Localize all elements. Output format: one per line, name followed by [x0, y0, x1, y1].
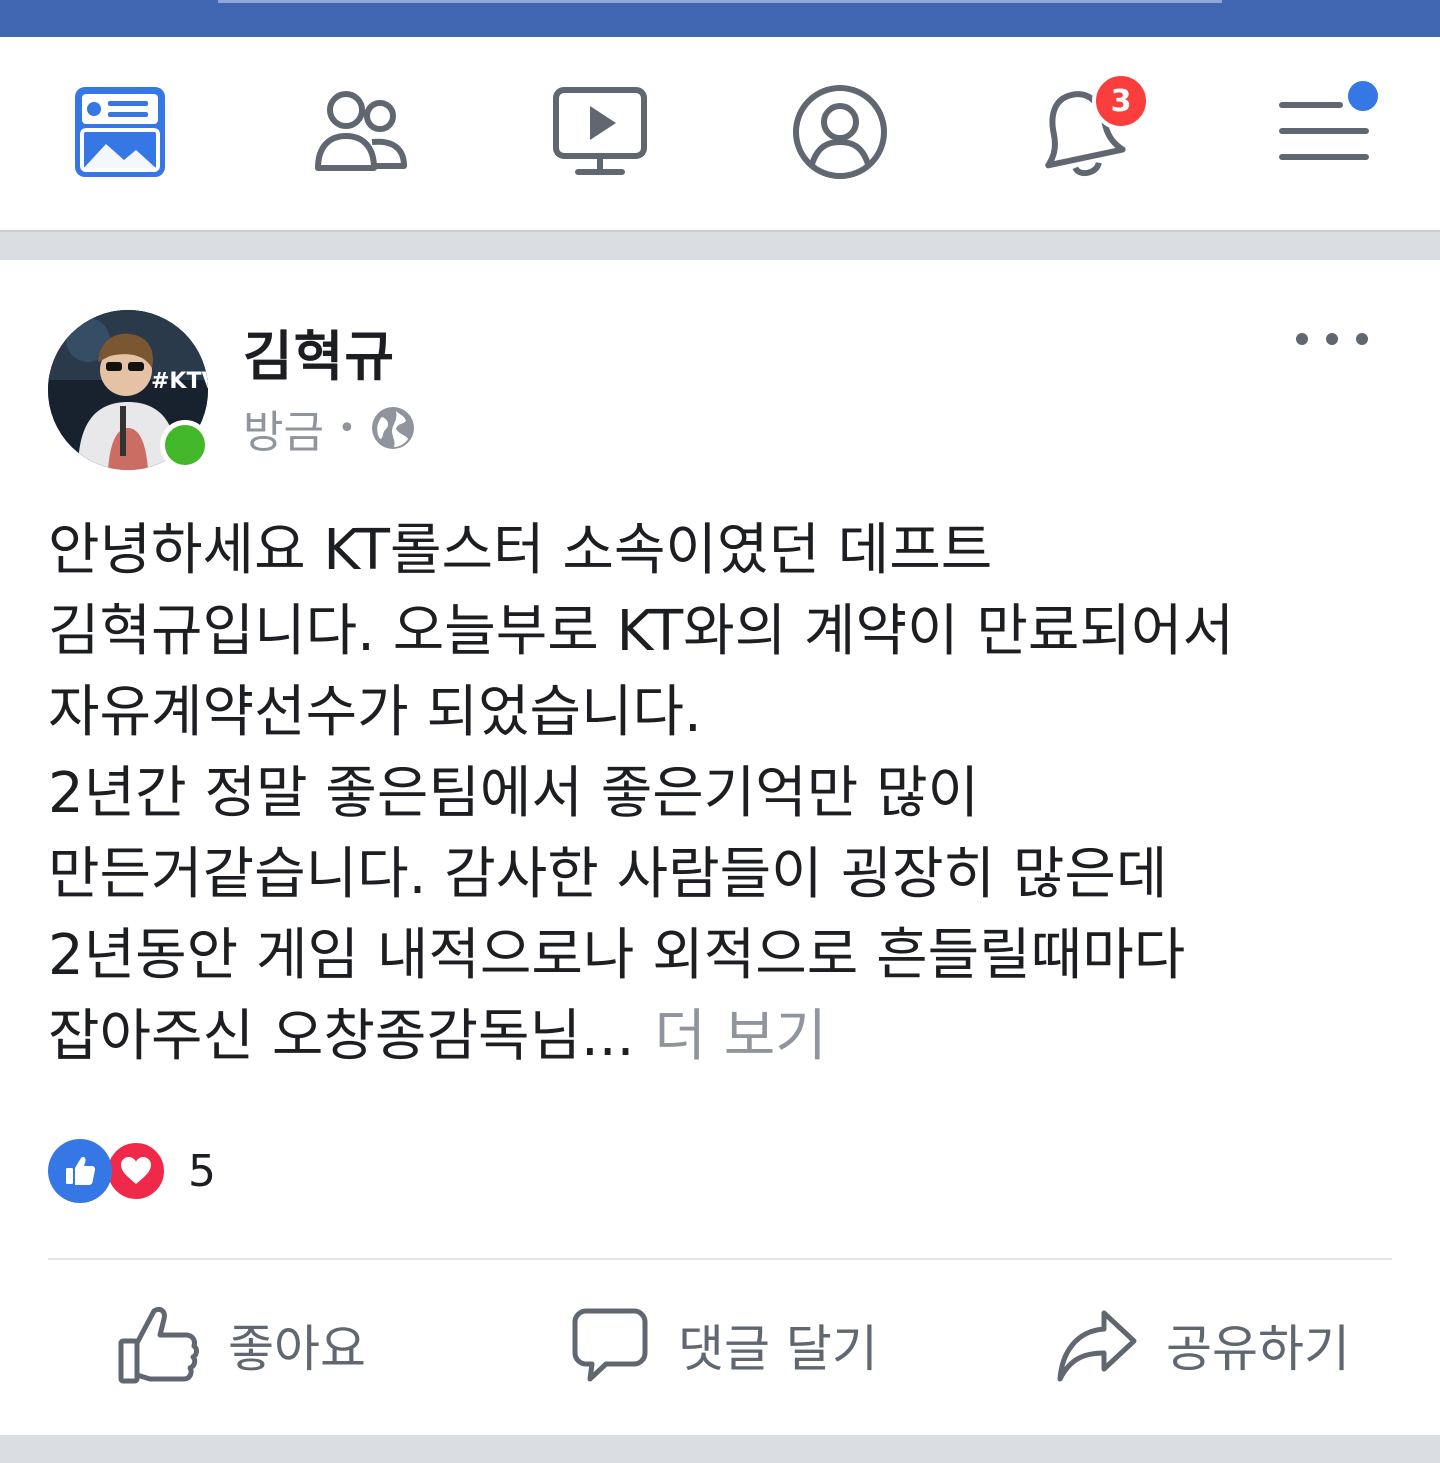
friends-icon	[315, 91, 407, 171]
like-button[interactable]: 좋아요	[116, 1300, 366, 1390]
like-reaction-icon	[48, 1139, 112, 1203]
feed-post: #KTV 김혁규 방금 • 안녕하세요 KT롤스터 소속이였던 데프트 김혁규입…	[0, 260, 1440, 1435]
post-options-button[interactable]	[1296, 322, 1368, 356]
more-dot	[1296, 333, 1308, 345]
comment-icon	[572, 1308, 648, 1382]
nav-profile[interactable]	[785, 77, 895, 187]
meta-separator: •	[337, 410, 356, 446]
share-label: 공유하기	[1166, 1320, 1350, 1378]
online-indicator	[160, 420, 210, 470]
notification-badge: 3	[1092, 72, 1150, 130]
nav-friends[interactable]	[305, 77, 415, 187]
reaction-count: 5	[188, 1145, 216, 1197]
like-label: 좋아요	[228, 1320, 366, 1378]
feed-separator-bottom	[0, 1435, 1440, 1463]
nav-news-feed[interactable]	[65, 77, 175, 187]
avatar-text: #KTV	[151, 369, 208, 394]
globe-icon	[371, 407, 414, 449]
status-bar-line	[218, 0, 1222, 3]
top-navigation: 3	[0, 37, 1440, 230]
love-reaction-icon	[104, 1139, 168, 1203]
share-button[interactable]: 공유하기	[1054, 1300, 1350, 1390]
post-time[interactable]: 방금	[243, 396, 324, 460]
watch-icon	[553, 87, 647, 175]
comment-label: 댓글 달기	[678, 1320, 878, 1378]
more-dot	[1356, 333, 1368, 345]
thumbs-up-icon	[118, 1306, 199, 1384]
profile-icon	[793, 85, 887, 179]
see-more-link[interactable]: 더 보기	[654, 1004, 826, 1069]
comment-button[interactable]: 댓글 달기	[570, 1300, 878, 1390]
reactions-summary[interactable]: 5	[48, 1137, 216, 1205]
post-text: 안녕하세요 KT롤스터 소속이였던 데프트 김혁규입니다. 오늘부로 KT와의 …	[48, 518, 1234, 1069]
feed-separator	[0, 230, 1440, 260]
news-feed-icon	[75, 87, 165, 177]
post-author[interactable]: 김혁규	[243, 312, 395, 391]
status-bar	[0, 0, 1440, 37]
post-body: 안녕하세요 KT롤스터 소속이였던 데프트 김혁규입니다. 오늘부로 KT와의 …	[48, 510, 1398, 1077]
post-actions: 좋아요 댓글 달기 공유하기	[0, 1260, 1440, 1435]
share-icon	[1057, 1310, 1137, 1382]
nav-watch[interactable]	[545, 77, 655, 187]
more-dot	[1326, 333, 1338, 345]
menu-new-dot	[1344, 77, 1382, 115]
post-meta: 방금 •	[243, 398, 416, 458]
